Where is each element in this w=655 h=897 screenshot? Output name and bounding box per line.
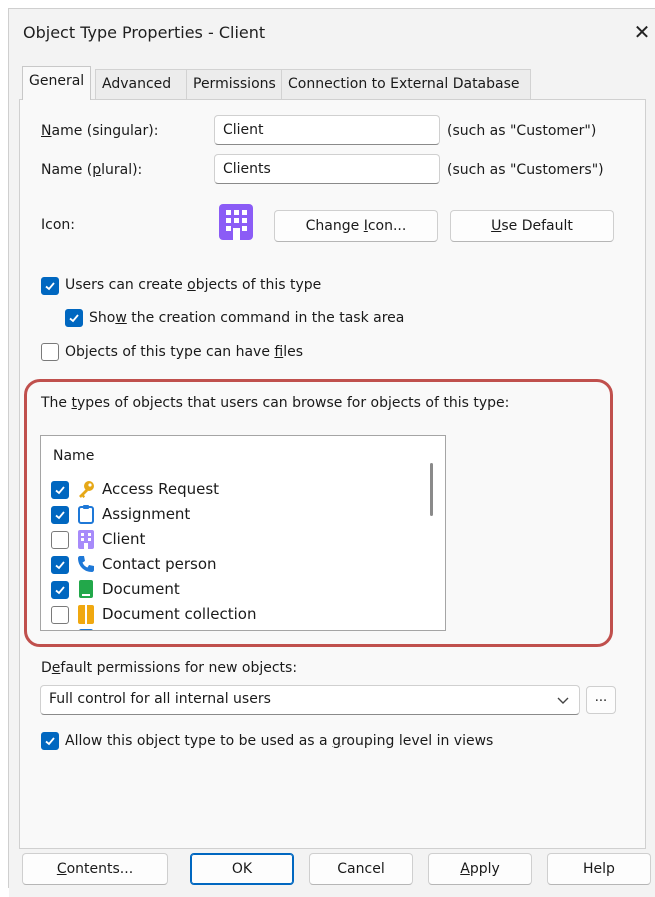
list-column-header: Name: [53, 448, 95, 464]
ok-button[interactable]: OK: [190, 853, 294, 885]
use-default-button[interactable]: Use Default: [450, 210, 614, 242]
tab-advanced-label: Advanced: [102, 76, 172, 92]
phone-icon: [76, 554, 96, 574]
list-item-checkbox[interactable]: [51, 606, 69, 624]
checkmark-icon: [45, 737, 55, 746]
list-item-checkbox[interactable]: [51, 581, 69, 599]
list-item-label: Document: [102, 580, 180, 598]
close-button[interactable]: ✕: [629, 19, 655, 45]
users-can-create-label: Users can create objects of this type: [65, 277, 322, 293]
cancel-button[interactable]: Cancel: [309, 853, 413, 885]
chevron-down-icon: [555, 690, 571, 714]
browse-types-label: The types of objects that users can brow…: [41, 395, 510, 411]
show-creation-command-checkbox[interactable]: [65, 309, 83, 327]
list-item-checkbox[interactable]: [51, 481, 69, 499]
users-can-create-checkbox[interactable]: [41, 277, 59, 295]
list-item-label: Client: [102, 530, 146, 548]
default-permissions-select[interactable]: Full control for all internal users: [40, 685, 580, 715]
name-plural-input[interactable]: Clients: [214, 154, 440, 184]
grouping-level-checkbox[interactable]: [41, 732, 59, 750]
dialog-window: Object Type Properties - Client ✕ Genera…: [8, 8, 655, 897]
change-icon-button[interactable]: Change Icon...: [274, 210, 438, 242]
permissions-ellipsis-button[interactable]: ...: [586, 686, 616, 714]
dialog-title: Object Type Properties - Client: [23, 23, 266, 42]
default-permissions-value: Full control for all internal users: [49, 691, 271, 707]
client-building-icon: [219, 204, 253, 240]
clipboard-icon: [76, 504, 96, 524]
tab-permissions[interactable]: Permissions: [186, 69, 282, 99]
checkmark-icon: [45, 282, 55, 291]
listbox-scrollbar-thumb[interactable]: [430, 463, 433, 516]
list-item-label: Contact person: [102, 555, 217, 573]
contents-button[interactable]: Contents...: [22, 853, 168, 885]
list-item-checkbox[interactable]: [51, 531, 69, 549]
tab-external-database-label: Connection to External Database: [288, 76, 520, 92]
document-collection-icon: [76, 604, 96, 624]
default-permissions-label: Default permissions for new objects:: [41, 660, 298, 676]
tab-external-database[interactable]: Connection to External Database: [281, 69, 531, 99]
list-item-checkbox[interactable]: [51, 556, 69, 574]
list-item-label: Access Request: [102, 480, 220, 498]
tab-permissions-label: Permissions: [193, 76, 276, 92]
list-item-checkbox: [51, 630, 69, 631]
name-singular-label: Name (singular):: [41, 123, 159, 139]
name-plural-hint: (such as "Customers"): [447, 162, 604, 178]
document-icon: [76, 628, 96, 630]
can-have-files-checkbox[interactable]: [41, 343, 59, 361]
browse-types-listbox[interactable]: Name Access Request Assignment Client Co…: [40, 435, 446, 631]
client-building-icon: [76, 529, 96, 549]
list-item-checkbox[interactable]: [51, 506, 69, 524]
icon-label: Icon:: [41, 217, 75, 233]
can-have-files-label: Objects of this type can have files: [65, 344, 304, 360]
grouping-level-label: Allow this object type to be used as a g…: [65, 733, 494, 749]
document-icon: [76, 579, 96, 599]
name-singular-hint: (such as "Customer"): [447, 123, 597, 139]
list-item-label: Document collection: [102, 605, 257, 623]
key-icon: [76, 479, 96, 499]
tab-advanced[interactable]: Advanced: [95, 69, 187, 99]
list-item-label: Assignment: [102, 505, 191, 523]
checkmark-icon: [69, 314, 79, 323]
show-creation-command-label: Show the creation command in the task ar…: [89, 310, 405, 326]
apply-button[interactable]: Apply: [428, 853, 532, 885]
tab-general-label: General: [29, 73, 85, 89]
tab-general[interactable]: General: [22, 66, 92, 100]
close-icon: ✕: [633, 20, 651, 44]
name-singular-input[interactable]: Client: [214, 115, 440, 145]
help-button[interactable]: Help: [547, 853, 651, 885]
name-plural-label: Name (plural):: [41, 162, 143, 178]
